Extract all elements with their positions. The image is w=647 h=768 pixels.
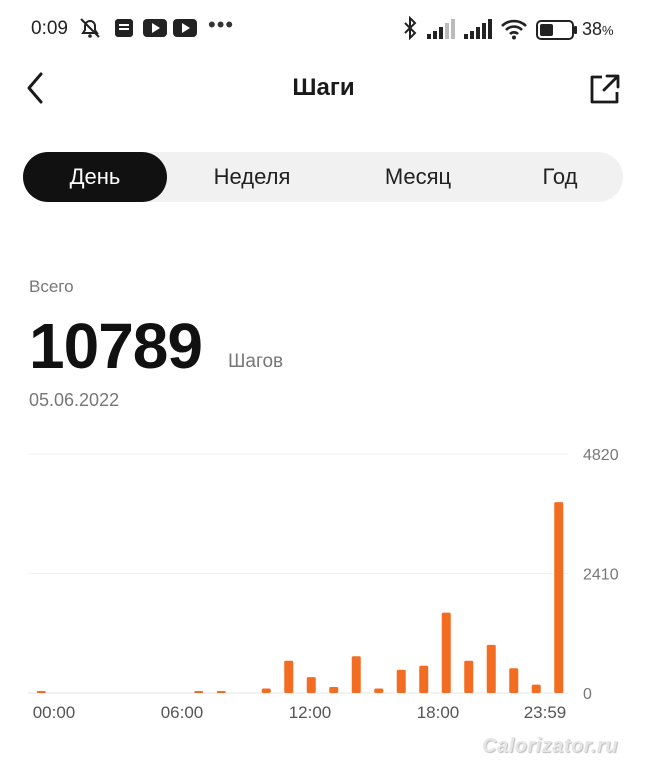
chart-bar[interactable]: [261, 688, 271, 693]
period-tabs: День Неделя Месяц Год: [23, 152, 623, 202]
battery-icon: [536, 20, 578, 45]
chart-bar[interactable]: [374, 688, 384, 693]
tab-month[interactable]: Месяц: [349, 152, 487, 202]
tab-week[interactable]: Неделя: [183, 152, 321, 202]
signal-icon: [464, 19, 494, 44]
share-external-icon: [590, 74, 620, 104]
selected-date: 05.06.2022: [29, 390, 120, 410]
chart-bar[interactable]: [284, 660, 294, 693]
chart-bar[interactable]: [216, 691, 226, 693]
total-steps-value: 10789: [29, 310, 203, 382]
chart-bar[interactable]: [194, 691, 204, 693]
x-tick-label: 06:00: [161, 703, 204, 722]
battery-percent: 38%: [582, 19, 614, 39]
steps-unit: Шагов: [228, 351, 284, 372]
chart-bar[interactable]: [509, 668, 519, 693]
bluetooth-icon: [402, 15, 418, 45]
chart-bar[interactable]: [419, 665, 429, 693]
chart-bar[interactable]: [36, 691, 46, 693]
chart-bar[interactable]: [306, 677, 316, 693]
chart-bar[interactable]: [554, 502, 564, 693]
x-tick-label: 23:59: [524, 703, 567, 722]
watermark: Calorizator.ru: [482, 735, 618, 757]
page-title: Шаги: [292, 74, 355, 101]
chart-bar[interactable]: [396, 669, 406, 693]
more-notifications-icon: •••: [208, 12, 235, 37]
steps-bar-chart[interactable]: 4820 2410 0 00:00 06:00 12:00 18:00 23:59: [0, 430, 647, 730]
status-time: 0:09: [31, 18, 68, 39]
tab-year[interactable]: Год: [503, 152, 617, 202]
youtube-icon: [173, 19, 197, 42]
alarm-off-icon: [78, 17, 102, 44]
chart-bar[interactable]: [329, 687, 339, 693]
x-tick-label: 18:00: [417, 703, 460, 722]
share-button[interactable]: [588, 72, 622, 106]
total-label: Всего: [29, 277, 74, 296]
chart-bar[interactable]: [464, 660, 474, 693]
message-icon: [114, 18, 134, 43]
chart-bar[interactable]: [531, 684, 541, 693]
wifi-icon: [500, 18, 528, 45]
y-tick-label: 0: [583, 686, 592, 703]
x-tick-label: 12:00: [289, 703, 332, 722]
tab-day[interactable]: День: [23, 152, 167, 202]
chart-bar[interactable]: [441, 612, 451, 693]
y-tick-label: 2410: [583, 567, 619, 584]
chart-bar[interactable]: [486, 644, 496, 693]
y-tick-label: 4820: [583, 447, 619, 464]
signal-icon: [427, 19, 457, 44]
youtube-icon: [143, 19, 167, 42]
status-bar: 0:09 ••• 38%: [0, 0, 647, 58]
x-tick-label: 00:00: [33, 703, 76, 722]
chart-bar[interactable]: [351, 656, 361, 693]
